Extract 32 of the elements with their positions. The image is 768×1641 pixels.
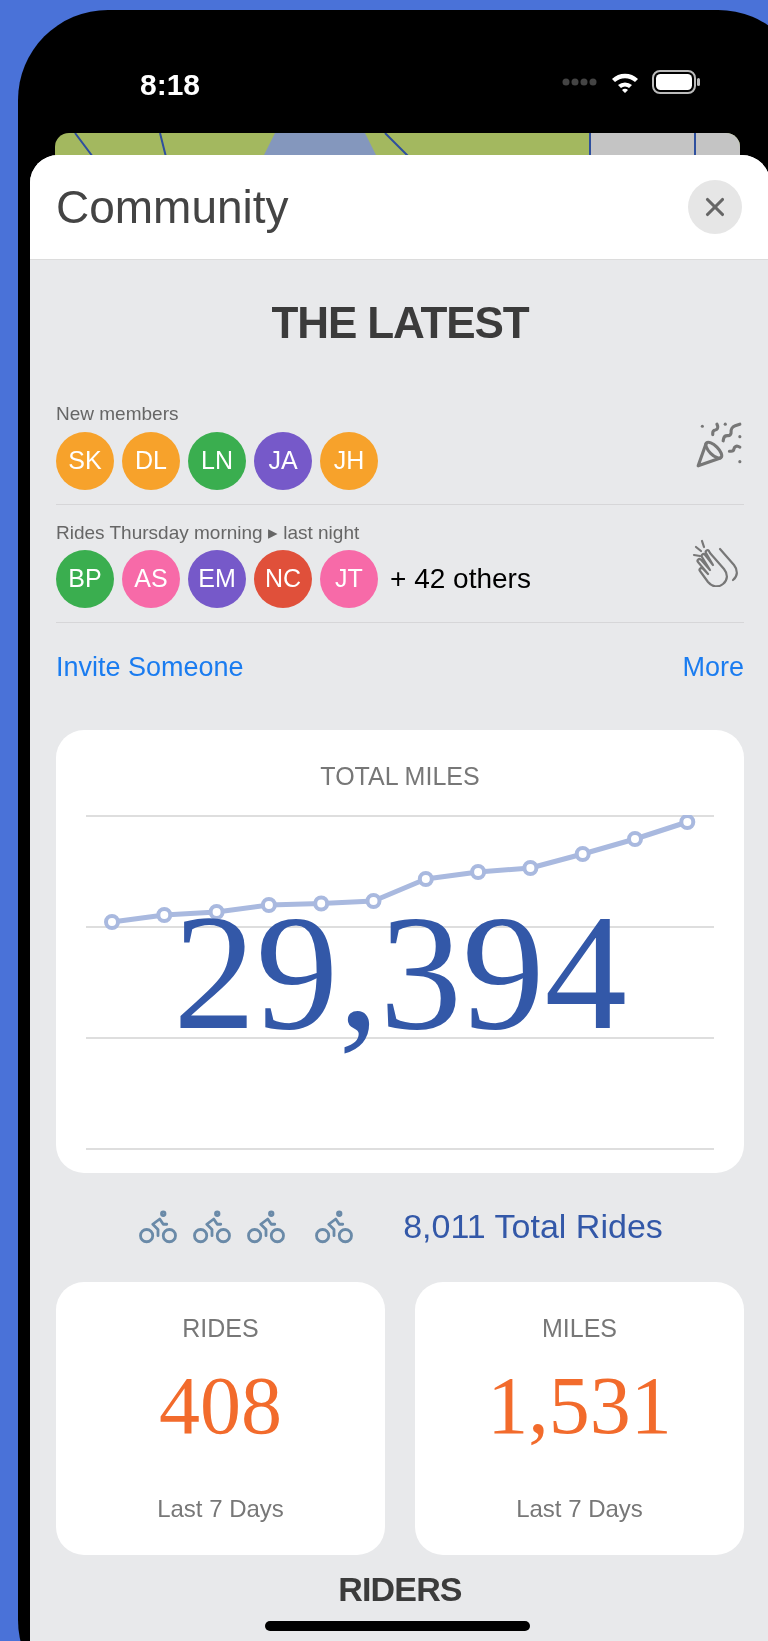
member-avatar[interactable]: AS — [122, 550, 180, 608]
stat-value: 408 — [159, 1365, 282, 1447]
others-count: + 42 others — [390, 562, 531, 596]
member-avatar[interactable]: EM — [188, 550, 246, 608]
section-heading: THE LATEST — [271, 297, 529, 349]
stat-period: Last 7 Days — [516, 1494, 643, 1524]
stat-label: RIDES — [182, 1312, 259, 1344]
member-avatar[interactable]: JA — [254, 431, 312, 490]
group-label: New members — [56, 402, 180, 426]
link[interactable]: More — [682, 647, 744, 688]
member-avatar[interactable]: DL — [122, 431, 180, 490]
total-rides: 8,011 Total Rides — [403, 1205, 663, 1247]
total-miles-value: 29,394 — [172, 889, 628, 1055]
stat-period: Last 7 Days — [157, 1494, 284, 1524]
link[interactable]: Invite Someone — [56, 647, 244, 688]
close-button[interactable] — [688, 180, 742, 234]
member-avatar[interactable]: JT — [320, 550, 378, 608]
member-avatar[interactable]: SK — [56, 431, 114, 490]
signal-icon — [562, 78, 598, 86]
sheet-title: Community — [56, 179, 289, 235]
member-avatar[interactable]: JH — [320, 431, 378, 490]
wifi-icon — [610, 71, 640, 93]
group-label: Rides Thursday morning ▸ last night — [56, 520, 361, 545]
card-title: TOTAL MILES — [320, 760, 480, 792]
battery-icon — [652, 70, 700, 94]
member-avatar[interactable]: LN — [188, 431, 246, 490]
stat-value: 1,531 — [487, 1365, 672, 1447]
stat-label: MILES — [542, 1312, 617, 1344]
member-avatar[interactable]: NC — [254, 550, 312, 608]
member-avatar[interactable]: BP — [56, 550, 114, 608]
status-time: 8:18 — [140, 67, 201, 103]
section-heading: RIDERS — [338, 1568, 462, 1609]
